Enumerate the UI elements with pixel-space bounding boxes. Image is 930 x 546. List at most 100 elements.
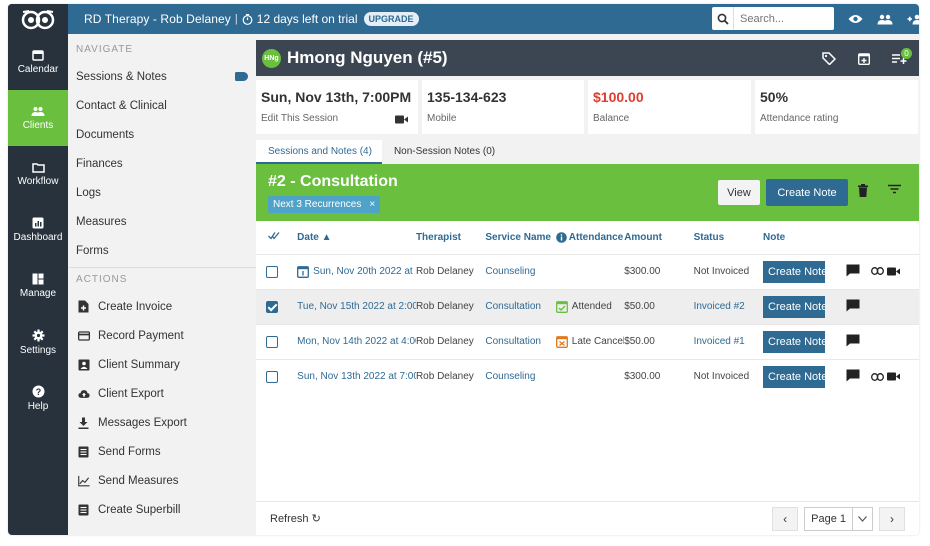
calendar-outline-icon	[297, 266, 310, 278]
row-checkbox[interactable]	[266, 370, 278, 383]
row-service[interactable]: Counseling	[485, 358, 556, 394]
nav-calendar[interactable]: Calendar	[8, 34, 68, 90]
row-create-note-button[interactable]: Create Note	[763, 260, 825, 283]
attendance-column-header[interactable]: Attendance	[555, 221, 624, 254]
search-input[interactable]	[734, 12, 829, 25]
search-icon[interactable]	[712, 7, 734, 30]
group-icon[interactable]	[877, 14, 893, 25]
row-status[interactable]: Invoiced #1	[693, 323, 763, 359]
service-column-header[interactable]: Service Name	[485, 221, 555, 254]
note-icon-column-header	[840, 221, 870, 254]
comment-icon[interactable]	[846, 369, 860, 382]
next-page-button[interactable]: ›	[879, 507, 905, 531]
nav-clients[interactable]: Clients	[8, 90, 68, 146]
nav-manage[interactable]: Manage	[8, 258, 68, 314]
row-create-note-button[interactable]: Create Note	[763, 365, 825, 388]
date-column-header[interactable]: Date ▲	[285, 221, 416, 254]
nav-label: Settings	[19, 344, 57, 356]
service-header-icons	[858, 184, 901, 197]
note-column-header[interactable]: Note	[763, 221, 840, 254]
nav-settings[interactable]: Settings	[8, 314, 68, 370]
nav-dashboard[interactable]: Dashboard	[8, 202, 68, 258]
amount-column-header[interactable]: Amount	[624, 221, 693, 254]
calendar-add-icon[interactable]	[858, 52, 870, 65]
create-note-button[interactable]: Create Note	[766, 179, 848, 206]
row-service[interactable]: Counseling	[485, 253, 556, 289]
eye-icon[interactable]	[848, 14, 863, 24]
recurrence-label: Next 3 Recurrences	[273, 199, 362, 210]
playlist-add-button[interactable]: 0	[892, 47, 912, 64]
row-date[interactable]: Sun, Nov 20th 2022 at 7:00PM	[313, 266, 416, 277]
action-create-invoice[interactable]: Create Invoice	[68, 292, 256, 321]
subnav-label: Forms	[76, 244, 109, 257]
add-client-icon[interactable]	[907, 14, 919, 25]
tab-non-session-notes[interactable]: Non-Session Notes (0)	[382, 140, 505, 164]
subnav-label: Contact & Clinical	[76, 99, 167, 112]
comment-icon[interactable]	[846, 299, 860, 312]
owl-logo-icon[interactable]	[8, 4, 68, 34]
action-client-summary[interactable]: Client Summary	[68, 350, 256, 379]
row-create-note-button[interactable]: Create Note	[763, 330, 825, 353]
row-checkbox[interactable]	[266, 300, 278, 313]
row-date[interactable]: Sun, Nov 13th 2022 at 7:00PM	[285, 358, 416, 394]
recurrence-chip[interactable]: Next 3 Recurrences ×	[268, 196, 381, 213]
action-client-export[interactable]: Client Export	[68, 379, 256, 408]
timer-icon	[242, 13, 253, 25]
session-card[interactable]: Sun, Nov 13th, 7:00PM Edit This Session	[256, 80, 418, 134]
action-create-superbill[interactable]: Create Superbill	[68, 495, 256, 524]
therapist-column-header[interactable]: Therapist	[416, 221, 485, 254]
table-row[interactable]: Mon, Nov 14th 2022 at 4:00PM Rob Delaney…	[256, 323, 919, 359]
table-row[interactable]: Sun, Nov 20th 2022 at 7:00PM Rob Delaney…	[256, 253, 919, 289]
comment-icon[interactable]	[846, 334, 860, 347]
upgrade-button[interactable]: UPGRADE	[363, 12, 419, 26]
subnav-sessions-notes[interactable]: Sessions & Notes	[68, 62, 256, 91]
calendar-icon	[32, 50, 44, 61]
filter-icon[interactable]	[888, 184, 901, 194]
subnav-measures[interactable]: Measures	[68, 207, 256, 236]
row-date[interactable]: Tue, Nov 15th 2022 at 2:00PM	[285, 288, 416, 324]
subnav-logs[interactable]: Logs	[68, 178, 256, 207]
download-icon	[78, 417, 89, 429]
refresh-button[interactable]: Refresh ↻	[270, 512, 321, 525]
comment-icon[interactable]	[846, 264, 860, 277]
action-messages-export[interactable]: Messages Export	[68, 408, 256, 437]
prev-page-button[interactable]: ‹	[772, 507, 799, 531]
info-icon[interactable]	[555, 231, 567, 243]
subnav-forms[interactable]: Forms	[68, 236, 256, 265]
row-service[interactable]: Consultation	[485, 323, 556, 359]
link-icon[interactable]	[870, 267, 885, 276]
search-box[interactable]	[712, 7, 834, 30]
subnav-documents[interactable]: Documents	[68, 120, 256, 149]
link-icon[interactable]	[870, 372, 885, 381]
nav-help[interactable]: ? Help	[8, 370, 68, 426]
action-send-forms[interactable]: Send Forms	[68, 437, 256, 466]
select-all-icon[interactable]	[256, 221, 285, 254]
page-select[interactable]: Page 1	[804, 507, 873, 531]
table-row[interactable]: Tue, Nov 15th 2022 at 2:00PM Rob Delaney…	[256, 288, 919, 324]
view-button[interactable]: View	[718, 180, 760, 205]
video-camera-icon[interactable]	[395, 115, 408, 124]
video-camera-icon[interactable]	[886, 372, 900, 381]
row-date[interactable]: Mon, Nov 14th 2022 at 4:00PM	[285, 323, 416, 359]
nav-workflow[interactable]: Workflow	[8, 146, 68, 202]
row-create-note-button[interactable]: Create Note	[763, 295, 825, 318]
subnav-contact-clinical[interactable]: Contact & Clinical	[68, 91, 256, 120]
row-checkbox[interactable]	[266, 335, 278, 348]
cloud-upload-icon	[78, 389, 90, 398]
edit-session-link[interactable]: Edit This Session	[261, 113, 413, 124]
row-service[interactable]: Consultation	[485, 288, 556, 324]
table-row[interactable]: Sun, Nov 13th 2022 at 7:00PM Rob Delaney…	[256, 358, 919, 394]
tag-icon[interactable]	[822, 51, 836, 65]
video-camera-icon[interactable]	[886, 267, 900, 276]
action-record-payment[interactable]: Record Payment	[68, 321, 256, 350]
close-icon[interactable]: ×	[369, 199, 375, 210]
action-send-measures[interactable]: Send Measures	[68, 466, 256, 495]
title-separator: |	[234, 13, 238, 25]
row-checkbox[interactable]	[266, 265, 278, 278]
row-status[interactable]: Invoiced #2	[693, 288, 763, 324]
client-name: Hmong Nguyen (#5)	[287, 48, 448, 67]
status-column-header[interactable]: Status	[694, 221, 763, 254]
tab-sessions-notes[interactable]: Sessions and Notes (4)	[256, 140, 382, 164]
trash-icon[interactable]	[858, 184, 868, 197]
subnav-finances[interactable]: Finances	[68, 149, 256, 178]
